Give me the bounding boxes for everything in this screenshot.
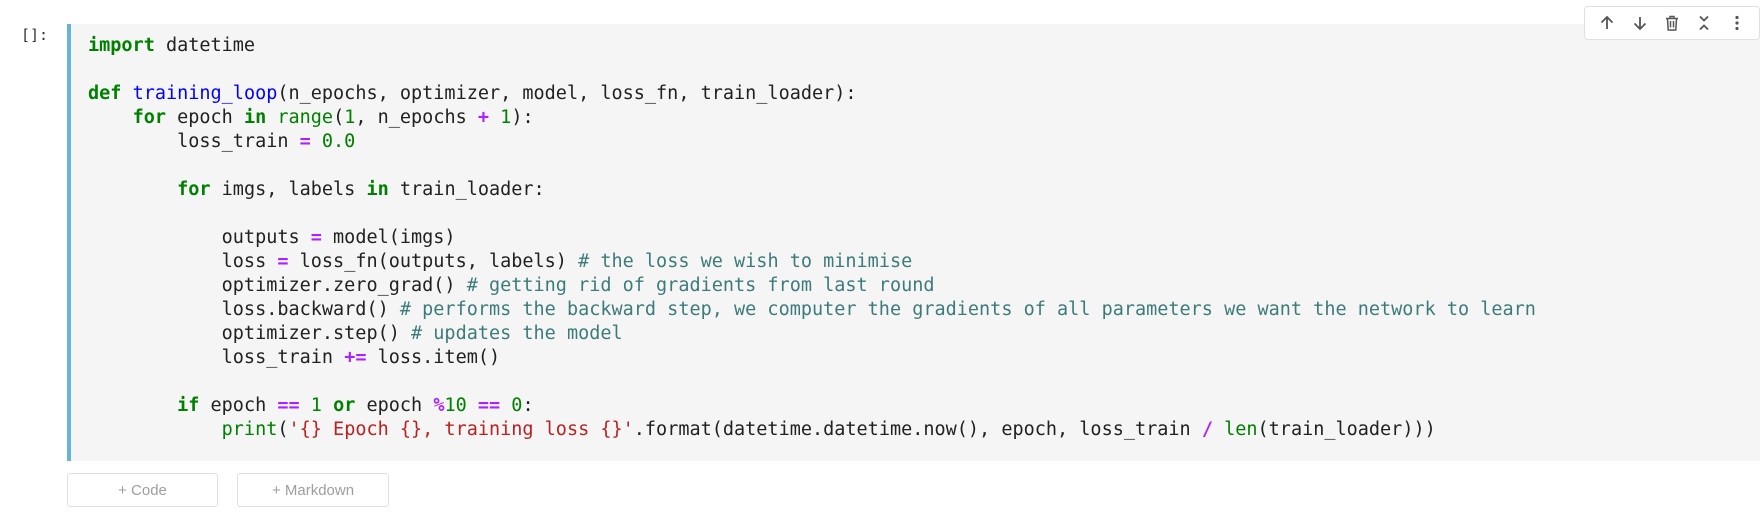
move-down-button[interactable] [1627,10,1653,36]
execution-prompt: []: [21,26,49,44]
add-markdown-cell-button[interactable]: + Markdown [237,473,389,507]
code-cell[interactable]: import datetime def training_loop(n_epoc… [67,24,1760,461]
more-vertical-icon [1735,15,1739,31]
cell-toolbar [1584,6,1760,40]
collapse-icon [1699,15,1709,31]
trash-icon [1665,15,1678,31]
collapse-cell-button[interactable] [1691,10,1717,36]
arrow-down-icon [1633,17,1646,31]
more-options-button[interactable] [1724,10,1750,36]
add-code-cell-button[interactable]: + Code [67,473,218,507]
code-editor[interactable]: import datetime def training_loop(n_epoc… [88,34,1536,442]
move-up-button[interactable] [1594,10,1620,36]
delete-cell-button[interactable] [1659,10,1685,36]
arrow-up-icon [1601,15,1614,29]
